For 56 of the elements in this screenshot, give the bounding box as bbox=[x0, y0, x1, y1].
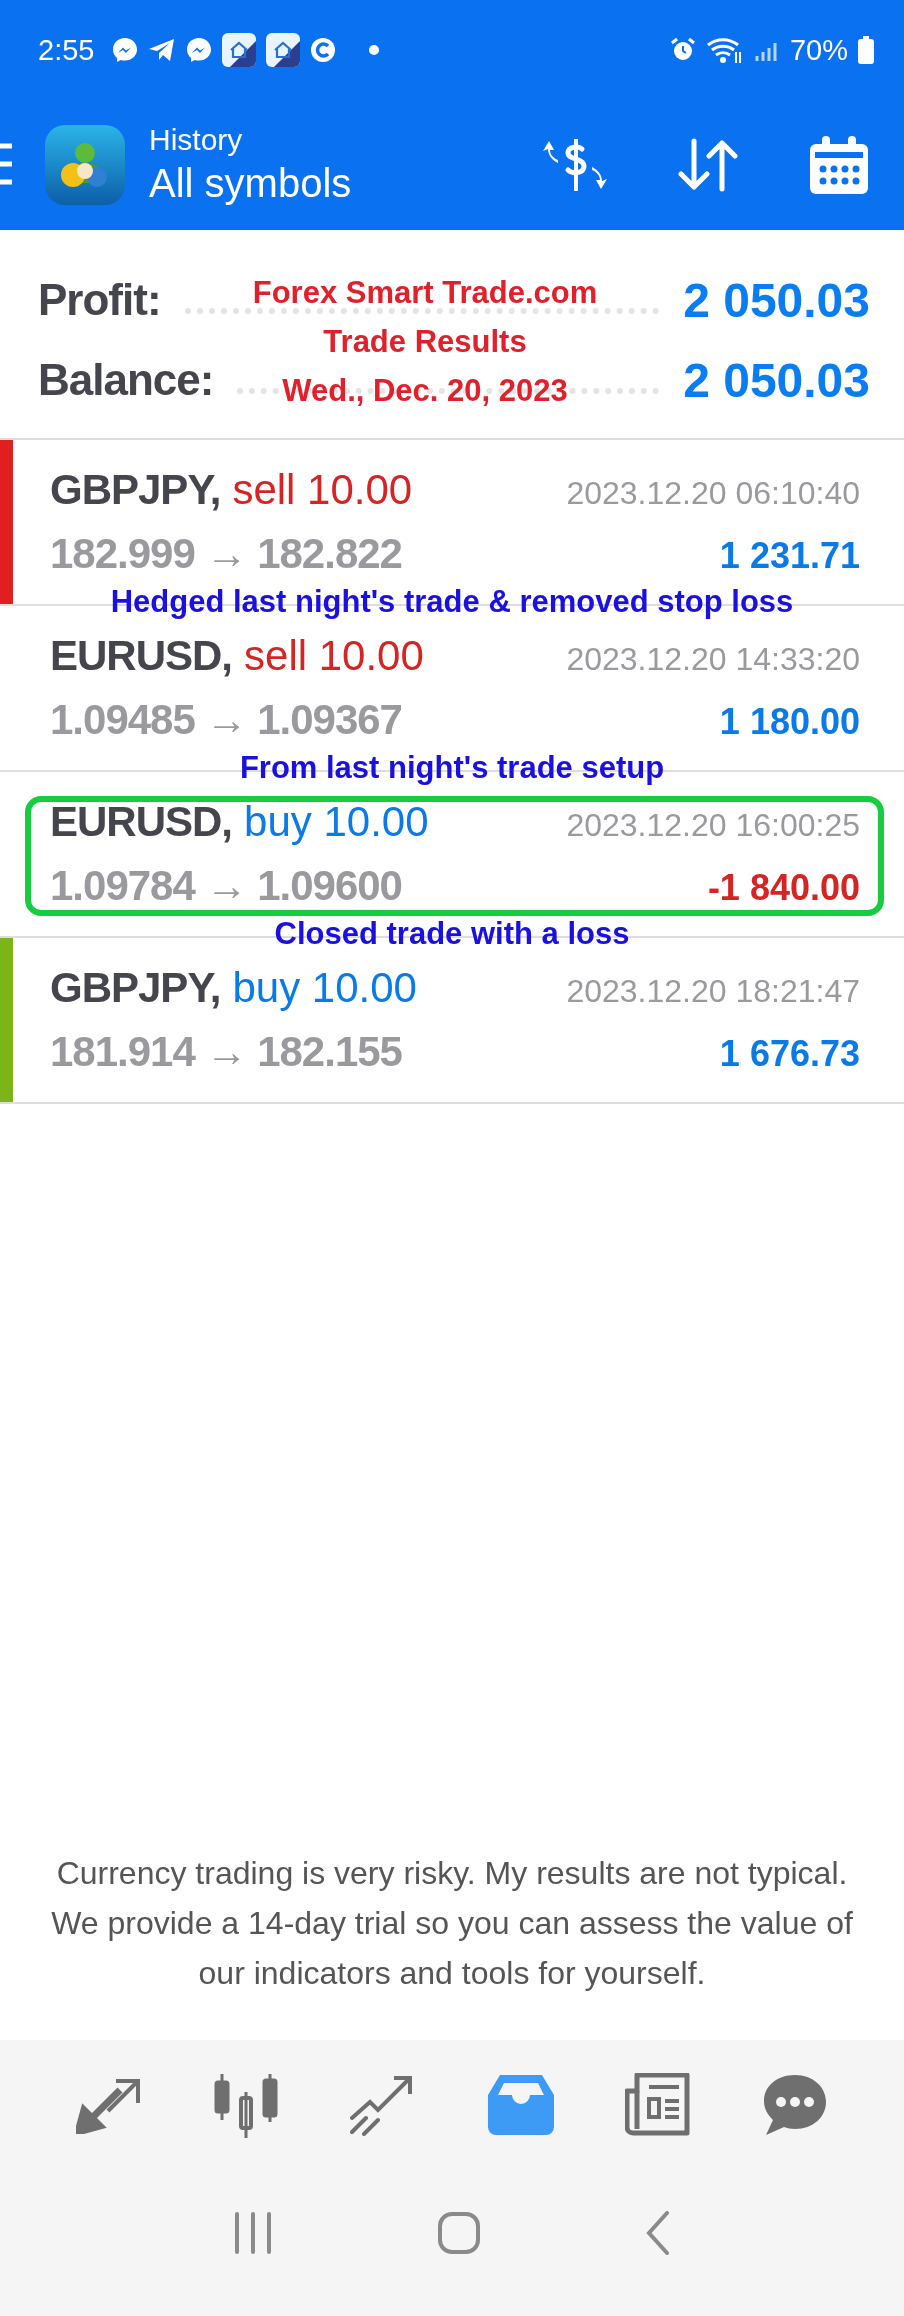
newspaper-icon[interactable] bbox=[624, 2073, 691, 2137]
trade-prices: 1.09485 → 1.09367 bbox=[50, 696, 402, 744]
caption-text: Forex Smart Trade.com bbox=[252, 274, 598, 312]
trade-order: buy 10.00 bbox=[232, 964, 417, 1012]
trade-time: 2023.12.20 18:21:47 bbox=[566, 973, 860, 1010]
back-icon[interactable] bbox=[645, 2211, 672, 2255]
trade-order: sell 10.00 bbox=[232, 466, 413, 514]
battery-icon bbox=[858, 36, 874, 64]
trade-symbol: EURUSD, bbox=[50, 632, 233, 680]
home-app-icon bbox=[266, 33, 301, 67]
trade-prices: 181.914 → 182.155 bbox=[50, 1028, 402, 1076]
trade-prices: 1.09784 → 1.09600 bbox=[50, 862, 402, 910]
wifi-icon bbox=[705, 35, 744, 65]
trade-profit: 1 231.71 bbox=[719, 535, 860, 577]
trade-time: 2023.12.20 14:33:20 bbox=[566, 641, 860, 678]
battery-percentage: 70% bbox=[789, 33, 848, 67]
candlestick-icon[interactable] bbox=[213, 2072, 279, 2138]
messenger-icon bbox=[186, 37, 213, 63]
telegram-icon bbox=[148, 37, 177, 63]
home-app-icon bbox=[222, 33, 257, 67]
notification-dot-icon bbox=[368, 44, 381, 56]
calendar-icon[interactable] bbox=[808, 134, 870, 196]
annotation-text: From last night's trade setup bbox=[239, 750, 665, 785]
caption-text: Wed., Dec. 20, 2023 bbox=[282, 372, 568, 410]
chat-icon[interactable] bbox=[762, 2073, 829, 2137]
summary-value: 2 050.03 bbox=[683, 272, 870, 328]
trade-profit: 1 180.00 bbox=[719, 701, 860, 743]
trade-order: buy 10.00 bbox=[244, 798, 429, 846]
summary-value: 2 050.03 bbox=[683, 352, 870, 408]
disclaimer-text: Currency trading is very risky. My results are not typical. We provide a 14-day trial so you can assess the value of our indicators and tools for yourself. bbox=[50, 1854, 854, 1993]
annotation-text: Closed trade with a loss bbox=[274, 916, 630, 951]
trade-order: sell 10.00 bbox=[244, 632, 424, 680]
annotation-text: Hedged last night's trade & removed stop loss bbox=[110, 584, 794, 619]
symbol-filter[interactable]: All symbols bbox=[149, 158, 352, 208]
recents-icon[interactable] bbox=[232, 2212, 273, 2254]
trade-arrows-icon[interactable] bbox=[75, 2076, 142, 2134]
trade-time: 2023.12.20 06:10:40 bbox=[566, 475, 860, 512]
trade-time: 2023.12.20 16:00:25 bbox=[566, 807, 860, 844]
trade-profit: 1 676.73 bbox=[719, 1033, 860, 1075]
trade-symbol: GBPJPY, bbox=[50, 964, 221, 1012]
status-time: 2:55 bbox=[38, 33, 95, 67]
sort-icon[interactable] bbox=[678, 137, 738, 193]
messenger-icon bbox=[112, 37, 139, 63]
summary-label: Profit: bbox=[38, 275, 161, 325]
app-logo-icon[interactable] bbox=[45, 125, 125, 205]
inbox-icon[interactable] bbox=[487, 2075, 554, 2135]
screen-title: History bbox=[149, 122, 244, 158]
summary-label: Balance: bbox=[38, 355, 214, 405]
trade-symbol: GBPJPY, bbox=[50, 466, 221, 514]
home-button-icon[interactable] bbox=[438, 2212, 480, 2254]
trade-symbol: EURUSD, bbox=[50, 798, 233, 846]
trade-prices: 182.999 → 182.822 bbox=[50, 530, 402, 578]
caption-text: Trade Results bbox=[323, 323, 527, 361]
trade-profit: -1 840.00 bbox=[707, 867, 860, 909]
alarm-icon bbox=[669, 37, 696, 63]
sync-icon bbox=[310, 37, 337, 63]
